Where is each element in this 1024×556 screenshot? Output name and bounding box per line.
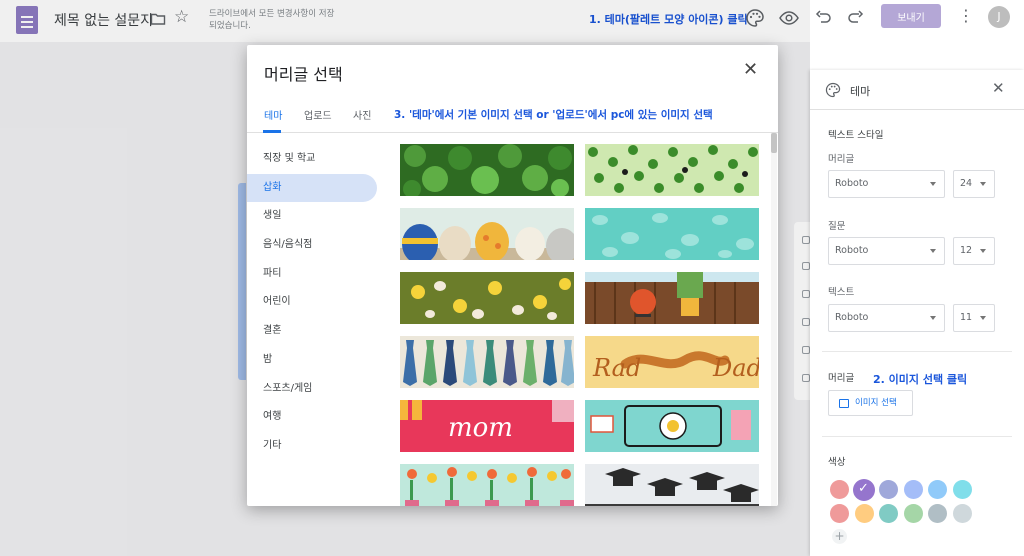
- close-icon[interactable]: ✕: [743, 61, 758, 79]
- color-swatch[interactable]: [830, 504, 849, 523]
- category-item-night[interactable]: 밤: [247, 346, 377, 375]
- question-size-select[interactable]: 12: [953, 237, 995, 265]
- header-image-clover[interactable]: [400, 144, 574, 196]
- scrollbar-thumb[interactable]: [771, 133, 777, 153]
- color-swatch[interactable]: ✓: [853, 478, 875, 501]
- chevron-down-icon: [980, 316, 986, 320]
- color-swatch[interactable]: [854, 504, 874, 523]
- close-icon[interactable]: ✕: [992, 81, 1005, 96]
- divider: [822, 351, 1012, 352]
- header-image-teal-pattern[interactable]: [585, 208, 759, 260]
- chevron-down-icon: [930, 316, 936, 320]
- color-swatch[interactable]: [928, 504, 947, 523]
- dialog-title: 머리글 선택: [264, 65, 343, 84]
- annotation-step3: 3. '테마'에서 기본 이미지 선택 or '업로드'에서 pc에 있는 이미…: [394, 109, 713, 121]
- color-swatch[interactable]: [928, 480, 947, 499]
- divider: [822, 436, 1012, 437]
- more-vert-icon[interactable]: ⋮: [958, 6, 974, 25]
- color-swatch[interactable]: [879, 504, 898, 523]
- header-image-mom[interactable]: mom: [400, 400, 574, 452]
- add-color-icon[interactable]: +: [832, 529, 847, 544]
- theme-panel-header: 테마 ✕: [810, 70, 1024, 110]
- tab-theme[interactable]: 테마: [264, 107, 282, 122]
- header-picker-dialog: 머리글 선택 ✕ 테마 업로드 사진 3. '테마'에서 기본 이미지 선택 o…: [247, 45, 778, 506]
- header-font-select[interactable]: Roboto: [828, 170, 945, 198]
- text-size-select[interactable]: 11: [953, 304, 995, 332]
- image-icon: [839, 399, 849, 408]
- header-image-graduation[interactable]: [585, 464, 759, 506]
- category-item-food[interactable]: 음식/음식점: [247, 231, 377, 260]
- chevron-down-icon: [930, 182, 936, 186]
- redo-icon[interactable]: [845, 7, 867, 29]
- category-item-work-school[interactable]: 직장 및 학교: [247, 145, 377, 174]
- annotation-step2: 2. 이미지 선택 클릭: [873, 373, 968, 386]
- header-image-chicks[interactable]: [400, 272, 574, 324]
- chevron-down-icon: [980, 182, 986, 186]
- header-image-label: 머리글: [828, 373, 855, 384]
- category-item-birthday[interactable]: 생일: [247, 202, 377, 231]
- chevron-down-icon: [930, 249, 936, 253]
- color-swatch[interactable]: [903, 504, 923, 523]
- color-swatch[interactable]: [830, 480, 849, 499]
- undo-icon[interactable]: [812, 7, 834, 29]
- color-swatch[interactable]: [952, 480, 972, 499]
- header-image-clover-pattern[interactable]: [585, 144, 759, 196]
- header-image-flowers[interactable]: [400, 464, 574, 506]
- theme-panel: 테마 ✕ 텍스트 스타일 머리글 Roboto 24 질문 Roboto 12 …: [810, 70, 1024, 556]
- text-font-select[interactable]: Roboto: [828, 304, 945, 332]
- category-item-other[interactable]: 기타: [247, 432, 377, 461]
- question-font-select[interactable]: Roboto: [828, 237, 945, 265]
- header-image-breakfast[interactable]: [585, 400, 759, 452]
- avatar[interactable]: J: [988, 6, 1010, 28]
- tab-photos[interactable]: 사진: [353, 107, 371, 122]
- header-image-rad-dad[interactable]: Rad Dad: [585, 336, 759, 388]
- dialog-tabs: 테마 업로드 사진 3. '테마'에서 기본 이미지 선택 or '업로드'에서…: [247, 103, 778, 133]
- header-image-ties[interactable]: [400, 336, 574, 388]
- category-item-sports[interactable]: 스포츠/게임: [247, 375, 377, 404]
- thumbnail-scrollbar[interactable]: [771, 133, 777, 506]
- header-image-bbq[interactable]: [585, 272, 759, 324]
- color-swatch[interactable]: [903, 480, 923, 499]
- check-icon: ✓: [858, 480, 869, 496]
- send-button[interactable]: 보내기: [881, 4, 941, 28]
- category-item-kids[interactable]: 어린이: [247, 288, 377, 317]
- category-item-wedding[interactable]: 결혼: [247, 317, 377, 346]
- svg-text:Dad: Dad: [712, 354, 759, 382]
- category-item-travel[interactable]: 여행: [247, 403, 377, 432]
- text-style-label: 텍스트 스타일: [828, 130, 884, 141]
- category-item-party[interactable]: 파티: [247, 260, 377, 289]
- header-size-select[interactable]: 24: [953, 170, 995, 198]
- color-swatch[interactable]: [879, 480, 898, 499]
- palette-icon: [825, 82, 841, 98]
- category-item-illustration[interactable]: 삽화: [247, 173, 377, 203]
- svg-text:Rad: Rad: [592, 354, 641, 382]
- text-font-label: 텍스트: [828, 287, 855, 298]
- question-font-label: 질문: [828, 221, 846, 232]
- theme-panel-title: 테마: [850, 85, 871, 98]
- header-image-easter-eggs[interactable]: [400, 208, 574, 260]
- color-label: 색상: [828, 457, 846, 468]
- header-font-label: 머리글: [828, 154, 855, 165]
- active-tab-indicator: [263, 130, 281, 133]
- tab-upload[interactable]: 업로드: [304, 107, 332, 122]
- color-swatch[interactable]: [952, 504, 972, 523]
- category-list: 직장 및 학교 삽화 생일 음식/음식점 파티 어린이 결혼 밤 스포츠/게임 …: [247, 145, 387, 461]
- choose-image-button[interactable]: 이미지 선택: [828, 390, 913, 416]
- svg-text:mom: mom: [448, 413, 513, 443]
- chevron-down-icon: [980, 249, 986, 253]
